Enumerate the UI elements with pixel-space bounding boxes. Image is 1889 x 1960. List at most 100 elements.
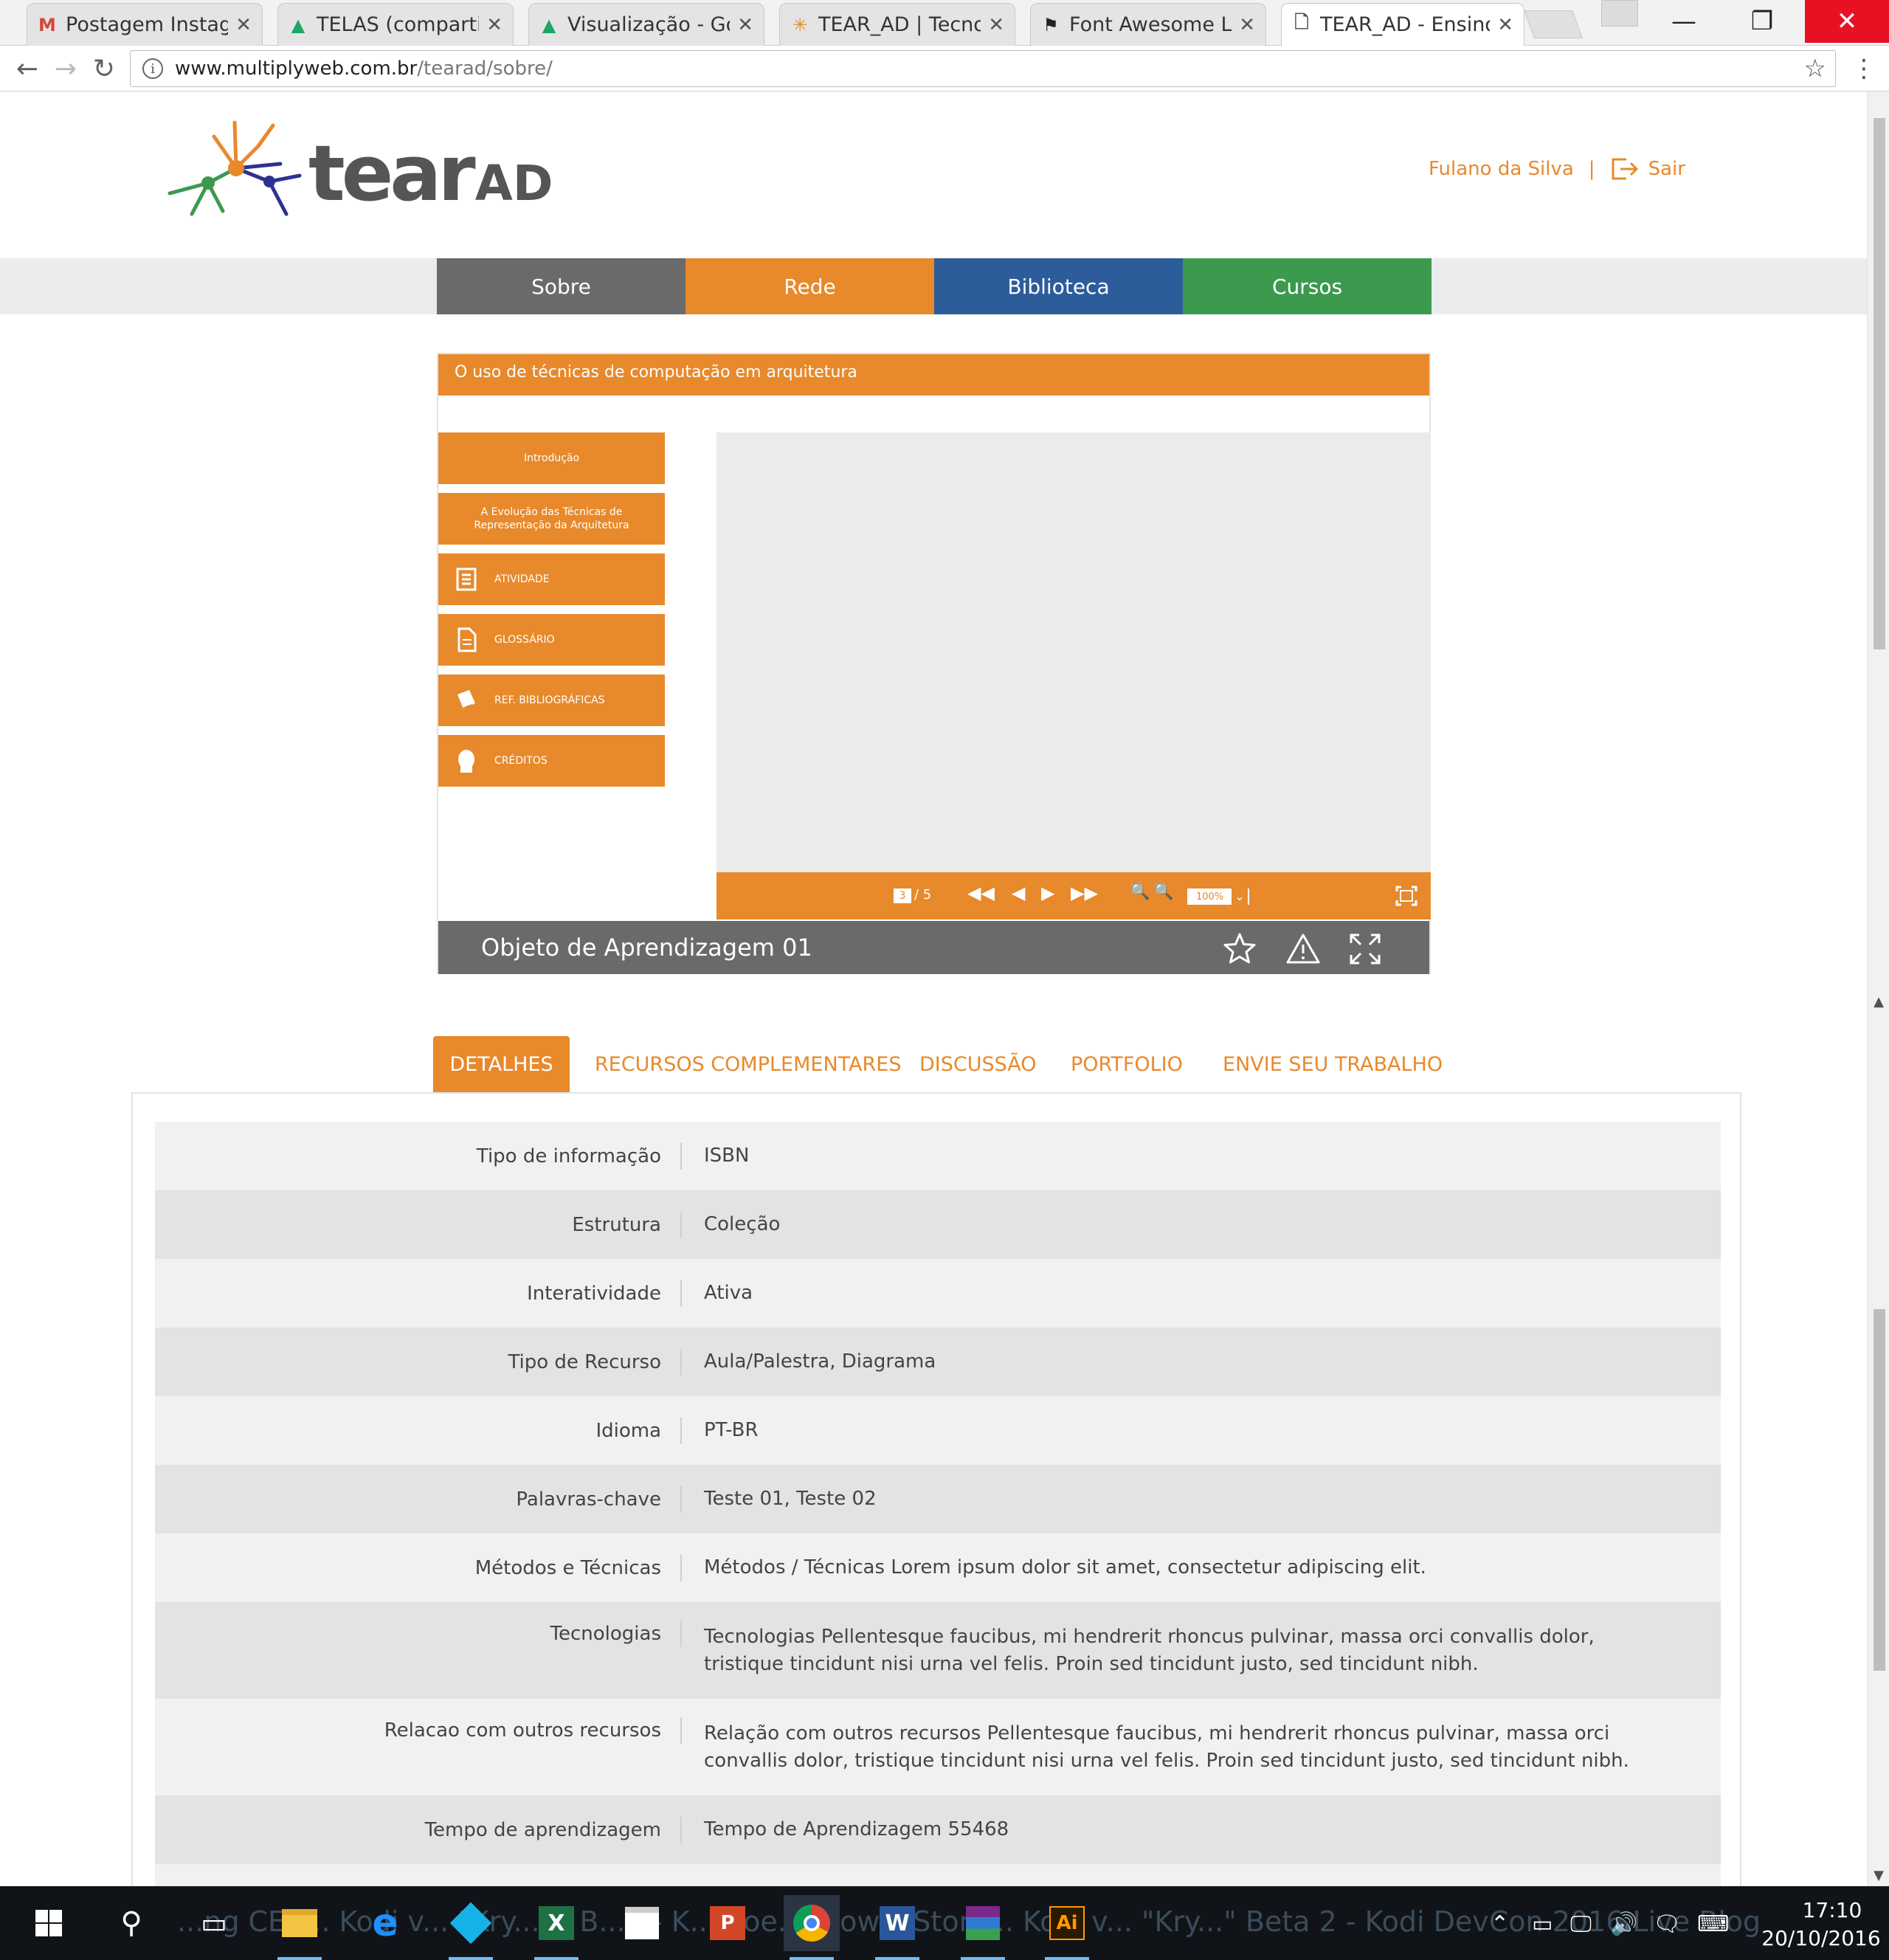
browser-tab-tearad-tecnologia[interactable]: ✳ TEAR_AD | Tecnolo ✕ <box>779 3 1015 46</box>
gmail-icon: M <box>38 14 56 35</box>
browser-tab-gmail[interactable]: M Postagem Instagra ✕ <box>27 3 263 46</box>
close-icon[interactable]: ✕ <box>988 14 1004 36</box>
logout-icon[interactable] <box>1610 156 1640 182</box>
url-host: www.multiplyweb.com.br <box>175 58 418 80</box>
detail-label: Interatividade <box>155 1280 682 1307</box>
last-page-icon[interactable]: ▶▶ <box>1071 883 1098 903</box>
detail-row-partial <box>155 1864 1721 1886</box>
current-page-input[interactable]: 3 <box>894 888 911 903</box>
scroll-up-arrow-icon[interactable]: ▲ <box>1868 992 1889 1012</box>
clock-time[interactable]: 17:10 <box>1784 1898 1880 1922</box>
detail-value: Aula/Palestra, Diagrama <box>704 1350 936 1373</box>
nav-item-biblioteca[interactable]: Biblioteca <box>934 258 1183 314</box>
menu-item-introducao[interactable]: Introdução <box>438 432 665 484</box>
menu-item-creditos[interactable]: CRÉDITOS <box>438 735 665 787</box>
edge-icon[interactable]: e <box>357 1895 413 1951</box>
logo-text: tearAD <box>308 128 553 218</box>
clock-date[interactable]: 20/10/2016 <box>1758 1926 1885 1950</box>
logout-link[interactable]: Sair <box>1648 158 1685 180</box>
word-icon[interactable]: W <box>869 1895 925 1960</box>
search-icon[interactable]: ⚲ <box>103 1895 159 1951</box>
menu-item-atividade[interactable]: ATIVIDADE <box>438 553 665 605</box>
kodi-icon[interactable] <box>443 1895 499 1960</box>
profile-icon[interactable] <box>1601 0 1638 27</box>
notifications-icon[interactable]: 🗨 <box>1653 1911 1681 1937</box>
chrome-icon[interactable] <box>784 1895 840 1960</box>
new-tab-button[interactable] <box>1524 10 1583 38</box>
illustrator-icon[interactable]: Ai <box>1039 1895 1095 1960</box>
minimize-button[interactable]: — <box>1647 0 1721 43</box>
menu-item-label: GLOSSÁRIO <box>494 634 555 646</box>
excel-icon[interactable]: X <box>528 1895 584 1960</box>
tab-detalhes[interactable]: DETALHES <box>433 1036 570 1092</box>
scroll-down-arrow-icon[interactable]: ▼ <box>1868 1866 1889 1886</box>
back-button[interactable]: ← <box>12 53 43 84</box>
user-separator: | <box>1588 158 1595 180</box>
menu-item-ref-bibliograficas[interactable]: REF. BIBLIOGRÁFICAS <box>438 674 665 726</box>
content-stage[interactable] <box>716 432 1431 872</box>
volume-icon[interactable]: 🔊 <box>1610 1911 1637 1937</box>
activity-icon <box>456 567 477 591</box>
start-button[interactable] <box>21 1895 77 1951</box>
network-icon[interactable]: 🖵 <box>1570 1911 1592 1937</box>
chevron-up-icon[interactable]: ⌃ <box>1491 1911 1509 1937</box>
warning-icon[interactable] <box>1285 931 1321 967</box>
tab-portfolio[interactable]: PORTFOLIO <box>1071 1036 1183 1092</box>
close-icon[interactable]: ✕ <box>235 14 252 36</box>
next-page-icon[interactable]: ▶ <box>1041 883 1054 903</box>
chevron-down-icon: ⌄ <box>1232 888 1248 905</box>
zoom-out-icon[interactable]: 🔍 <box>1153 883 1173 901</box>
browser-menu-icon[interactable]: ⋮ <box>1849 53 1879 84</box>
browser-tab-visualizacao[interactable]: ▲ Visualização - Goo ✕ <box>528 3 764 46</box>
first-page-icon[interactable]: ◀◀ <box>967 883 995 903</box>
zoom-in-icon[interactable]: 🔍 <box>1130 883 1150 901</box>
close-icon[interactable]: ✕ <box>486 14 503 36</box>
scrollbar-thumb[interactable] <box>1874 118 1885 649</box>
menu-item-glossario[interactable]: GLOSSÁRIO <box>438 614 665 666</box>
store-icon[interactable] <box>614 1895 670 1951</box>
bookmark-star-icon[interactable]: ☆ <box>1804 54 1826 83</box>
google-drive-icon: ▲ <box>542 14 556 35</box>
window-close-button[interactable]: ✕ <box>1805 0 1889 43</box>
address-bar[interactable]: i www.multiplyweb.com.br/tearad/sobre/ ☆ <box>130 50 1836 87</box>
tab-title: Postagem Instagra <box>66 13 228 36</box>
detail-row: Estrutura Coleção <box>155 1190 1721 1259</box>
browser-tab-drive[interactable]: ▲ TELAS (compartilh ✕ <box>277 3 514 46</box>
close-icon[interactable]: ✕ <box>1497 14 1513 36</box>
restore-button[interactable]: ❐ <box>1725 0 1799 43</box>
battery-icon[interactable]: ▭ <box>1532 1911 1553 1937</box>
browser-tab-tearad-ensino[interactable]: 🗋 TEAR_AD - Ensino ✕ <box>1281 3 1524 46</box>
keyboard-icon[interactable]: ⌨ <box>1697 1911 1729 1937</box>
info-icon[interactable]: i <box>142 58 163 79</box>
menu-item-evolucao[interactable]: A Evolução das Técnicas de Representação… <box>438 493 665 545</box>
nav-item-sobre[interactable]: Sobre <box>437 258 686 314</box>
detail-value: Teste 01, Teste 02 <box>704 1488 877 1510</box>
previous-page-icon[interactable]: ◀ <box>1012 883 1025 903</box>
tab-envie-seu-trabalho[interactable]: ENVIE SEU TRABALHO <box>1223 1036 1443 1092</box>
forward-button[interactable]: → <box>50 53 81 84</box>
menu-item-label: CRÉDITOS <box>494 755 548 767</box>
scrollbar-thumb-secondary[interactable] <box>1874 1309 1885 1671</box>
zoom-select[interactable]: 100% ⌄ <box>1187 888 1249 905</box>
font-awesome-icon: ⚑ <box>1043 14 1059 35</box>
file-explorer-icon[interactable] <box>272 1895 328 1960</box>
tab-discussao[interactable]: DISCUSSÃO <box>919 1036 1037 1092</box>
nav-item-cursos[interactable]: Cursos <box>1183 258 1432 314</box>
reload-button[interactable]: ↻ <box>89 53 120 84</box>
task-view-icon[interactable]: ▭ <box>186 1895 242 1951</box>
close-icon[interactable]: ✕ <box>1239 14 1255 36</box>
page-scrollbar[interactable]: ▲ ▼ <box>1867 92 1889 1886</box>
nav-item-rede[interactable]: Rede <box>686 258 934 314</box>
tab-recursos-complementares[interactable]: RECURSOS COMPLEMENTARES <box>595 1036 901 1092</box>
tab-title: Visualização - Goo <box>567 13 730 36</box>
browser-tab-font-awesome[interactable]: ⚑ Font Awesome Lic ✕ <box>1030 3 1266 46</box>
powerpoint-icon[interactable]: P <box>700 1895 756 1951</box>
fullscreen-icon[interactable] <box>1347 931 1383 967</box>
detail-row: Relacao com outros recursos Relação com … <box>155 1699 1721 1795</box>
fit-page-icon[interactable] <box>1395 886 1417 906</box>
favorite-star-icon[interactable] <box>1222 931 1257 967</box>
detail-value: Métodos / Técnicas Lorem ipsum dolor sit… <box>704 1556 1426 1578</box>
winrar-icon[interactable] <box>955 1895 1011 1960</box>
user-name[interactable]: Fulano da Silva <box>1429 158 1574 180</box>
close-icon[interactable]: ✕ <box>737 14 753 36</box>
